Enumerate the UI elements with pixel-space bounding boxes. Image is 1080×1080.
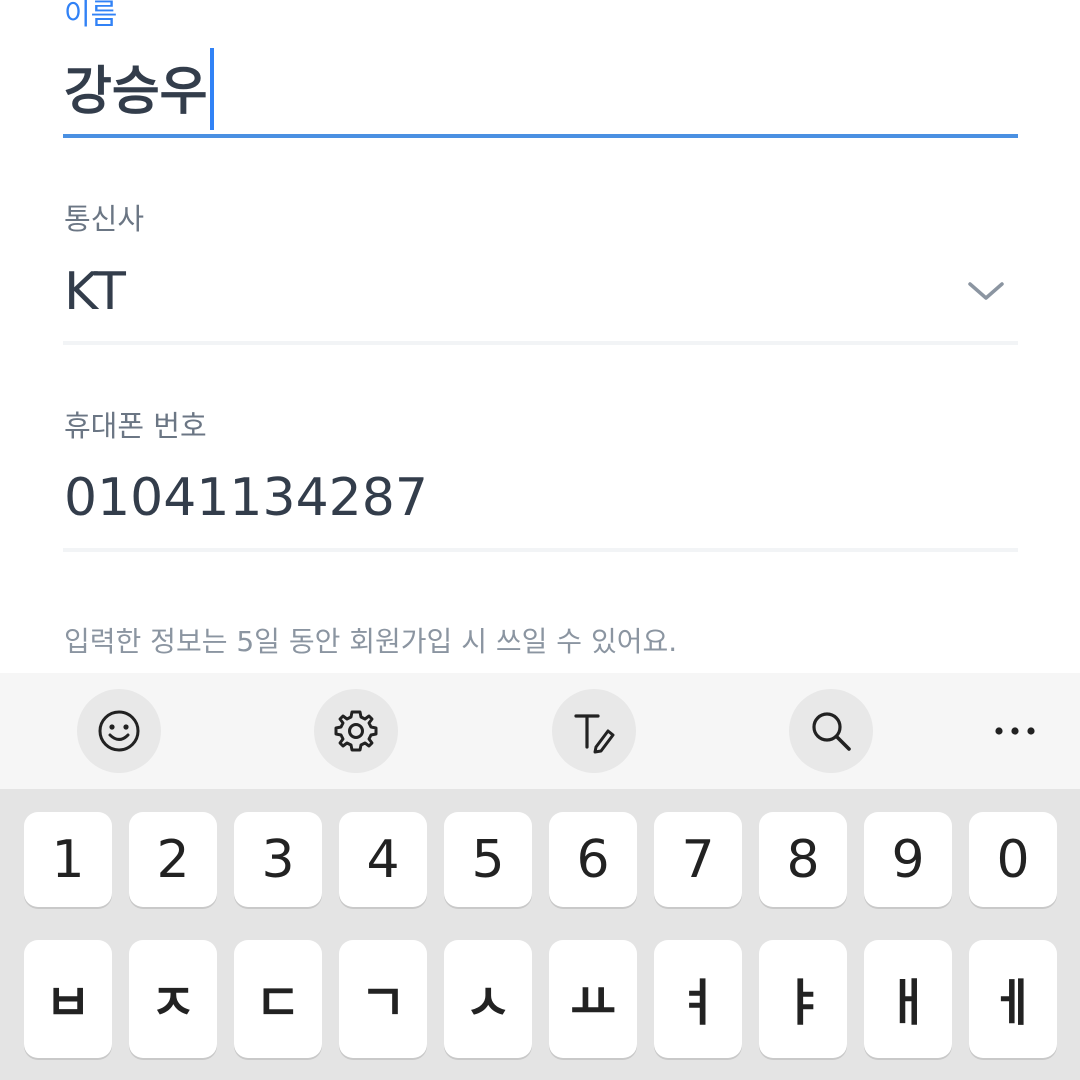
key-siot[interactable]: ㅅ [444,940,532,1058]
carrier-label: 통신사 [64,202,145,236]
name-input[interactable]: 강승우 [64,48,214,136]
key-e[interactable]: ㅔ [969,940,1057,1058]
name-label: 이름 [64,0,118,31]
chevron-down-icon[interactable] [966,276,1006,306]
key-ae[interactable]: ㅐ [864,940,952,1058]
key-0[interactable]: 0 [969,812,1057,907]
keyboard: 1 2 3 4 5 6 7 8 9 0 ㅂ ㅈ ㄷ ㄱ ㅅ ㅛ ㅕ ㅑ ㅐ ㅔ [0,789,1080,1080]
more-icon [995,727,1035,735]
key-1[interactable]: 1 [24,812,112,907]
phone-value: 01041134287 [64,468,428,528]
key-2[interactable]: 2 [129,812,217,907]
key-yeo[interactable]: ㅕ [654,940,742,1058]
key-3[interactable]: 3 [234,812,322,907]
key-5[interactable]: 5 [444,812,532,907]
notice-text: 입력한 정보는 5일 동안 회원가입 시 쓰일 수 있어요. [64,625,678,658]
name-value: 강승우 [64,62,208,122]
carrier-underline [63,341,1018,345]
carrier-value: KT [64,262,126,322]
handwriting-icon [574,714,615,754]
emoji-button[interactable] [77,689,161,773]
search-icon [812,712,851,751]
carrier-select[interactable]: KT [64,266,126,318]
handwriting-button[interactable] [552,689,636,773]
settings-button[interactable] [314,689,398,773]
keyboard-toolbar [0,673,1080,789]
phone-underline [63,548,1018,552]
text-cursor [209,48,214,130]
more-button[interactable] [973,689,1057,773]
key-4[interactable]: 4 [339,812,427,907]
phone-label: 휴대폰 번호 [64,409,207,443]
key-ya[interactable]: ㅑ [759,940,847,1058]
key-6[interactable]: 6 [549,812,637,907]
phone-input[interactable]: 01041134287 [64,472,428,524]
search-button[interactable] [789,689,873,773]
name-underline [63,134,1018,138]
key-8[interactable]: 8 [759,812,847,907]
key-jieut[interactable]: ㅈ [129,940,217,1058]
signup-form: 이름 강승우 통신사 KT 휴대폰 번호 01041134287 입력한 정보는… [0,0,1080,673]
settings-icon [334,710,378,752]
key-7[interactable]: 7 [654,812,742,907]
key-bieup[interactable]: ㅂ [24,940,112,1058]
key-yo[interactable]: ㅛ [549,940,637,1058]
key-digeut[interactable]: ㄷ [234,940,322,1058]
key-giyeok[interactable]: ㄱ [339,940,427,1058]
key-9[interactable]: 9 [864,812,952,907]
emoji-icon [98,710,140,752]
